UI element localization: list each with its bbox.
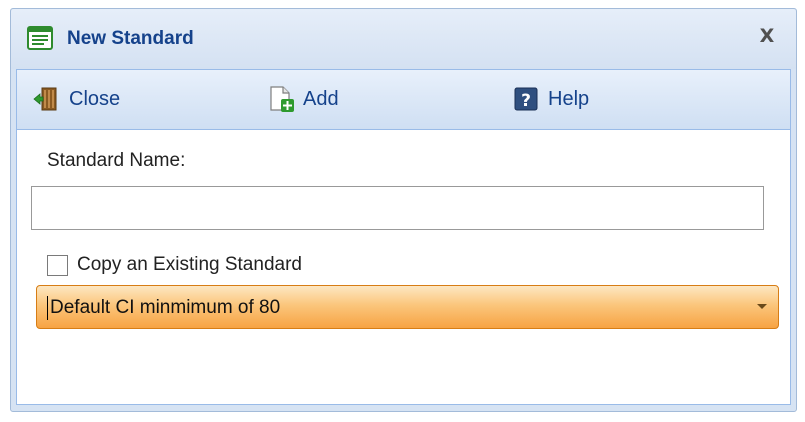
copy-existing-row: Copy an Existing Standard	[47, 250, 302, 280]
help-question-icon: ?	[514, 87, 538, 111]
add-button-label: Add	[303, 87, 339, 110]
text-cursor	[47, 296, 48, 320]
existing-standard-dropdown[interactable]: Default CI minmimum of 80	[36, 285, 779, 329]
help-button-label: Help	[548, 87, 590, 110]
copy-existing-label[interactable]: Copy an Existing Standard	[77, 254, 302, 276]
standard-name-input[interactable]	[31, 186, 764, 230]
dialog-title: New Standard	[67, 28, 194, 49]
dialog-title-bar: New Standard X	[11, 9, 796, 69]
add-button[interactable]: Add	[267, 84, 339, 114]
close-button[interactable]: Close	[33, 84, 120, 114]
new-document-add-icon	[270, 86, 294, 112]
help-button[interactable]: ? Help	[512, 84, 589, 114]
copy-existing-checkbox[interactable]	[47, 254, 68, 276]
form-window-icon	[27, 26, 53, 50]
svg-text:?: ?	[521, 91, 531, 111]
chevron-down-icon[interactable]	[754, 298, 770, 314]
dialog-body: Close Add ? Help	[16, 69, 791, 405]
dialog-close-x-button[interactable]: X	[755, 23, 779, 49]
standard-name-label: Standard Name:	[47, 150, 186, 171]
close-button-label: Close	[69, 87, 121, 110]
existing-standard-selected-value: Default CI minmimum of 80	[50, 297, 281, 318]
dialog-toolbar: Close Add ? Help	[17, 70, 790, 130]
door-exit-icon	[33, 87, 57, 111]
